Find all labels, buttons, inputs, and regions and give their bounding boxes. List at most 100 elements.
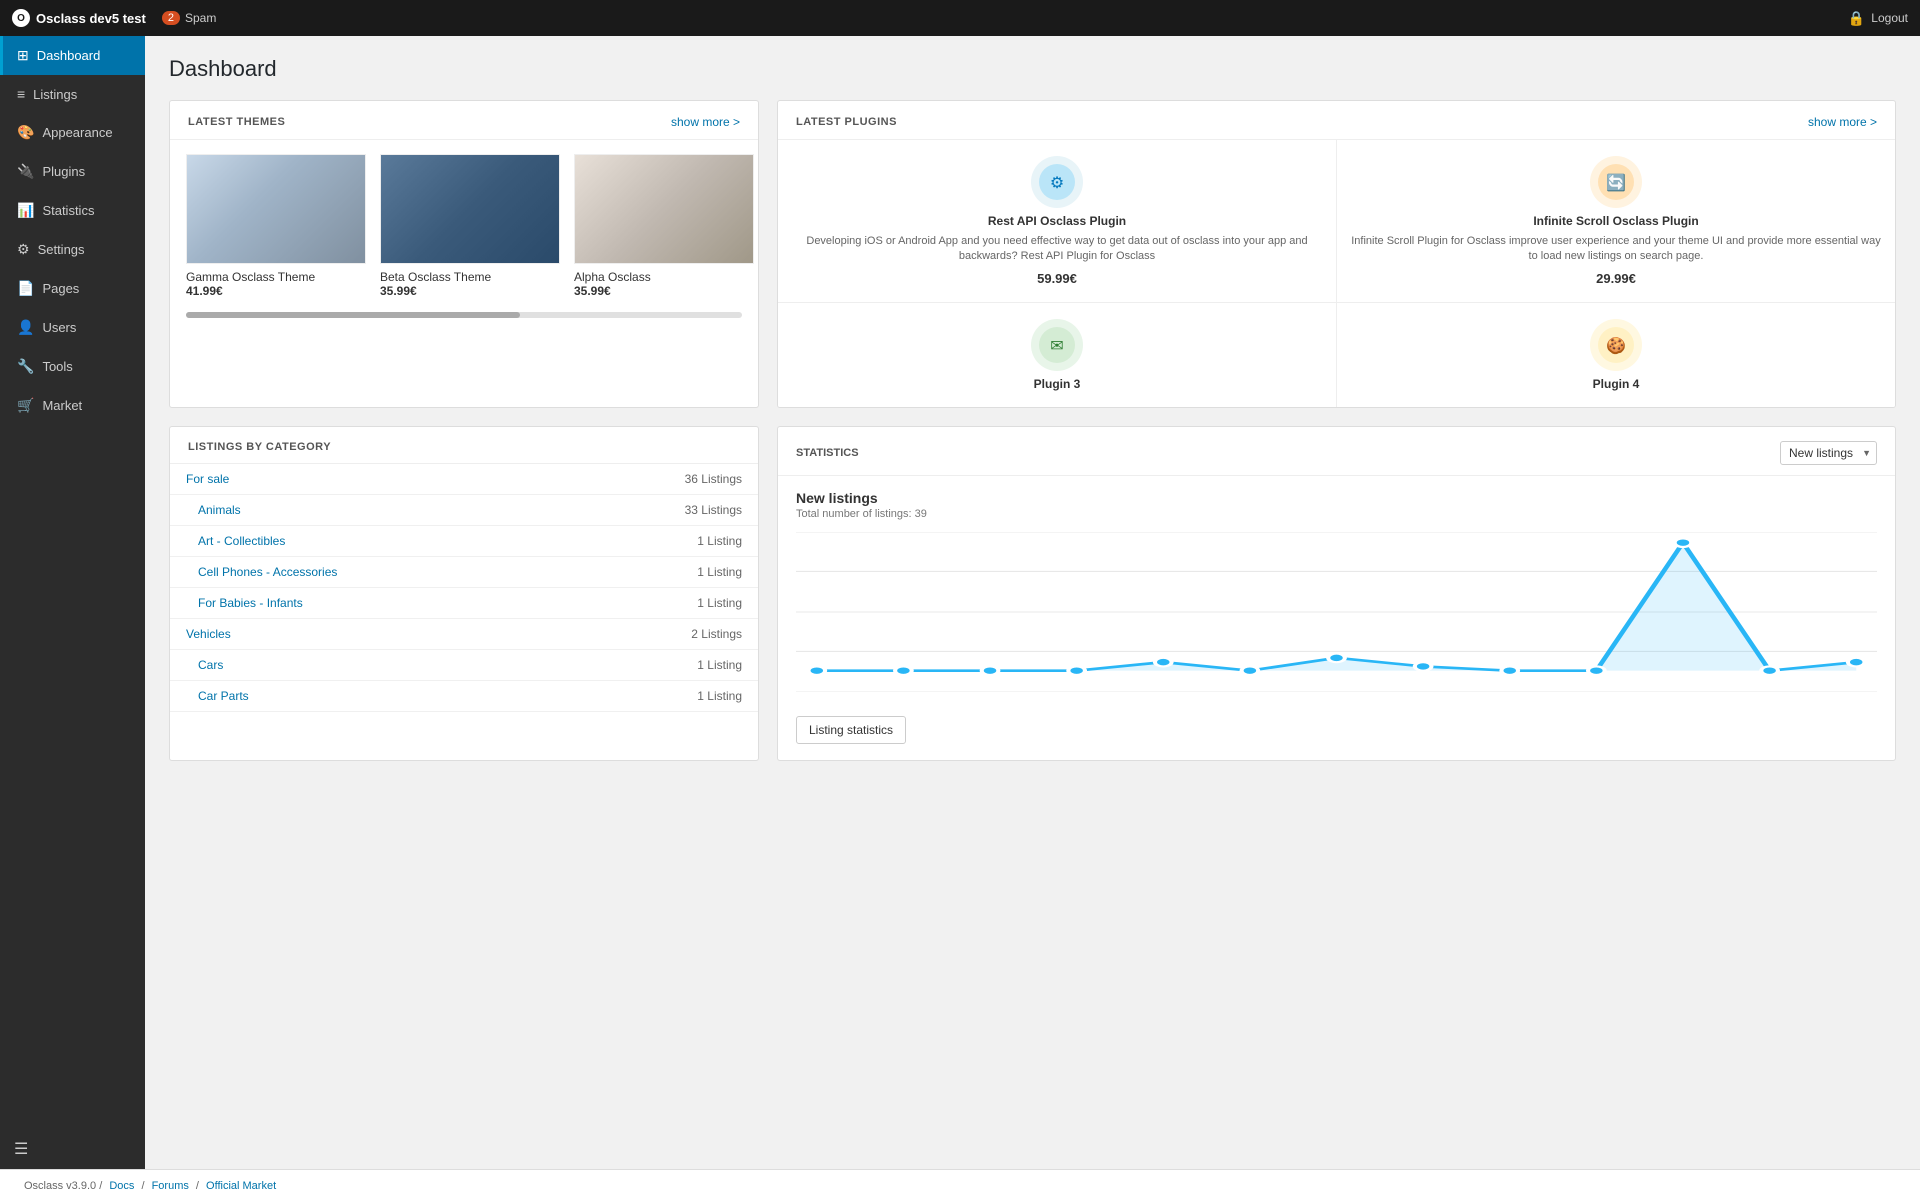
table-row[interactable]: Art - Collectibles1 Listing bbox=[170, 525, 758, 556]
svg-text:🍪: 🍪 bbox=[1606, 336, 1626, 355]
chart-data-point bbox=[1068, 666, 1085, 675]
stats-footer: Listing statistics bbox=[778, 706, 1895, 760]
topbar-brand[interactable]: O Osclass dev5 test bbox=[12, 9, 146, 27]
logout-icon: 🔒 bbox=[1848, 10, 1865, 27]
footer-link-forums[interactable]: Forums bbox=[152, 1180, 189, 1192]
sidebar-item-label: Tools bbox=[42, 359, 72, 374]
settings-icon: ⚙ bbox=[17, 241, 30, 258]
plugin-name: Infinite Scroll Osclass Plugin bbox=[1533, 214, 1698, 228]
chart-data-point bbox=[1242, 666, 1259, 675]
table-row[interactable]: Vehicles2 Listings bbox=[170, 618, 758, 649]
chart-data-point bbox=[808, 666, 825, 675]
listings-table: For sale36 ListingsAnimals33 ListingsArt… bbox=[170, 464, 758, 712]
category-count: 36 Listings bbox=[565, 464, 758, 495]
sidebar-item-market[interactable]: 🛒 Market bbox=[0, 386, 145, 425]
table-row[interactable]: For sale36 Listings bbox=[170, 464, 758, 495]
plugins-card-header: LATEST PLUGINS show more > bbox=[778, 101, 1895, 140]
plugins-icon: 🔌 bbox=[17, 163, 34, 180]
theme-item[interactable]: Alpha Osclass 35.99€ bbox=[574, 154, 754, 298]
footer-version: Osclass v3.9.0 bbox=[24, 1180, 96, 1192]
plugin-item[interactable]: ⚙ Rest API Osclass Plugin Developing iOS… bbox=[778, 140, 1336, 302]
chart-container bbox=[796, 532, 1877, 692]
category-count: 1 Listing bbox=[565, 649, 758, 680]
market-icon: 🛒 bbox=[17, 397, 34, 414]
sidebar-item-settings[interactable]: ⚙ Settings bbox=[0, 230, 145, 269]
theme-item[interactable]: Beta Osclass Theme 35.99€ bbox=[380, 154, 560, 298]
footer-link-docs[interactable]: Docs bbox=[109, 1180, 134, 1192]
sidebar: ⊞ Dashboard ≡ Listings 🎨 Appearance 🔌 Pl… bbox=[0, 36, 145, 1169]
chart-data-point bbox=[1501, 666, 1518, 675]
plugin-icon-mail: ✉ bbox=[1031, 319, 1083, 371]
category-count: 1 Listing bbox=[565, 587, 758, 618]
tools-icon: 🔧 bbox=[17, 358, 34, 375]
carousel-scrollbar[interactable] bbox=[186, 312, 742, 318]
plugin-item[interactable]: 🔄 Infinite Scroll Osclass Plugin Infinit… bbox=[1337, 140, 1895, 302]
sidebar-item-appearance[interactable]: 🎨 Appearance bbox=[0, 113, 145, 152]
sidebar-item-listings[interactable]: ≡ Listings bbox=[0, 75, 145, 113]
table-row[interactable]: Animals33 Listings bbox=[170, 494, 758, 525]
spam-badge: 2 bbox=[162, 11, 180, 25]
plugin-price: 29.99€ bbox=[1596, 271, 1636, 286]
sidebar-item-label: Listings bbox=[33, 87, 77, 102]
table-row[interactable]: Cars1 Listing bbox=[170, 649, 758, 680]
themes-show-more[interactable]: show more > bbox=[671, 115, 740, 129]
brand-name: Osclass dev5 test bbox=[36, 11, 146, 26]
sidebar-item-users[interactable]: 👤 Users bbox=[0, 308, 145, 347]
theme-price: 41.99€ bbox=[186, 284, 366, 298]
plugin-item[interactable]: 🍪 Plugin 4 bbox=[1337, 303, 1895, 407]
svg-text:✉: ✉ bbox=[1050, 338, 1063, 355]
sidebar-item-label: Settings bbox=[38, 242, 85, 257]
plugins-card: LATEST PLUGINS show more > ⚙ Rest API Os… bbox=[777, 100, 1896, 408]
plugin-icon-scroll: 🔄 bbox=[1590, 156, 1642, 208]
theme-name: Alpha Osclass bbox=[574, 270, 754, 284]
category-count: 1 Listing bbox=[565, 556, 758, 587]
theme-item[interactable]: Gamma Osclass Theme 41.99€ bbox=[186, 154, 366, 298]
topbar-spam[interactable]: 2 Spam bbox=[162, 11, 216, 25]
sidebar-item-pages[interactable]: 📄 Pages bbox=[0, 269, 145, 308]
table-row[interactable]: Car Parts1 Listing bbox=[170, 680, 758, 711]
sidebar-item-label: Dashboard bbox=[37, 48, 101, 63]
footer-separator: / bbox=[99, 1180, 105, 1192]
spam-label: Spam bbox=[185, 11, 216, 25]
theme-thumbnail bbox=[575, 155, 753, 263]
themes-card-header: LATEST THEMES show more > bbox=[170, 101, 758, 140]
page-title: Dashboard bbox=[169, 56, 1896, 82]
dashboard-icon: ⊞ bbox=[17, 47, 29, 64]
stats-select-wrapper[interactable]: New listings Views Clicks bbox=[1780, 441, 1877, 465]
chart-data-point bbox=[1761, 666, 1778, 675]
chart-data-point bbox=[1155, 658, 1172, 667]
listings-by-category-title: LISTINGS BY CATEGORY bbox=[188, 441, 331, 453]
table-row[interactable]: For Babies - Infants1 Listing bbox=[170, 587, 758, 618]
listings-icon: ≡ bbox=[17, 86, 25, 102]
category-name: Art - Collectibles bbox=[170, 525, 565, 556]
plugin-desc: Infinite Scroll Plugin for Osclass impro… bbox=[1351, 234, 1881, 265]
category-count: 2 Listings bbox=[565, 618, 758, 649]
sidebar-item-dashboard[interactable]: ⊞ Dashboard bbox=[0, 36, 145, 75]
chart-data-point bbox=[895, 666, 912, 675]
listing-statistics-button[interactable]: Listing statistics bbox=[796, 716, 906, 744]
sidebar-item-statistics[interactable]: 📊 Statistics bbox=[0, 191, 145, 230]
bottom-cards-row: LISTINGS BY CATEGORY For sale36 Listings… bbox=[169, 426, 1896, 761]
logout-button[interactable]: 🔒 Logout bbox=[1848, 10, 1908, 27]
listings-card-header: LISTINGS BY CATEGORY bbox=[170, 427, 758, 464]
sidebar-item-tools[interactable]: 🔧 Tools bbox=[0, 347, 145, 386]
footer-link-market[interactable]: Official Market bbox=[206, 1180, 276, 1192]
chart-data-point bbox=[1848, 658, 1865, 667]
category-count: 1 Listing bbox=[565, 525, 758, 556]
plugins-show-more[interactable]: show more > bbox=[1808, 115, 1877, 129]
statistics-icon: 📊 bbox=[17, 202, 34, 219]
chart-data-point bbox=[1588, 666, 1605, 675]
plugin-name: Plugin 4 bbox=[1593, 377, 1640, 391]
sidebar-item-label: Market bbox=[42, 398, 82, 413]
stats-dropdown[interactable]: New listings Views Clicks bbox=[1780, 441, 1877, 465]
hamburger-icon: ☰ bbox=[14, 1141, 28, 1158]
theme-price: 35.99€ bbox=[380, 284, 560, 298]
category-count: 33 Listings bbox=[565, 494, 758, 525]
plugin-item[interactable]: ✉ Plugin 3 bbox=[778, 303, 1336, 407]
sidebar-item-plugins[interactable]: 🔌 Plugins bbox=[0, 152, 145, 191]
sidebar-item-label: Appearance bbox=[42, 125, 112, 140]
chart-data-point bbox=[1415, 662, 1432, 671]
table-row[interactable]: Cell Phones - Accessories1 Listing bbox=[170, 556, 758, 587]
category-name: For Babies - Infants bbox=[170, 587, 565, 618]
sidebar-collapse-button[interactable]: ☰ bbox=[0, 1129, 145, 1169]
